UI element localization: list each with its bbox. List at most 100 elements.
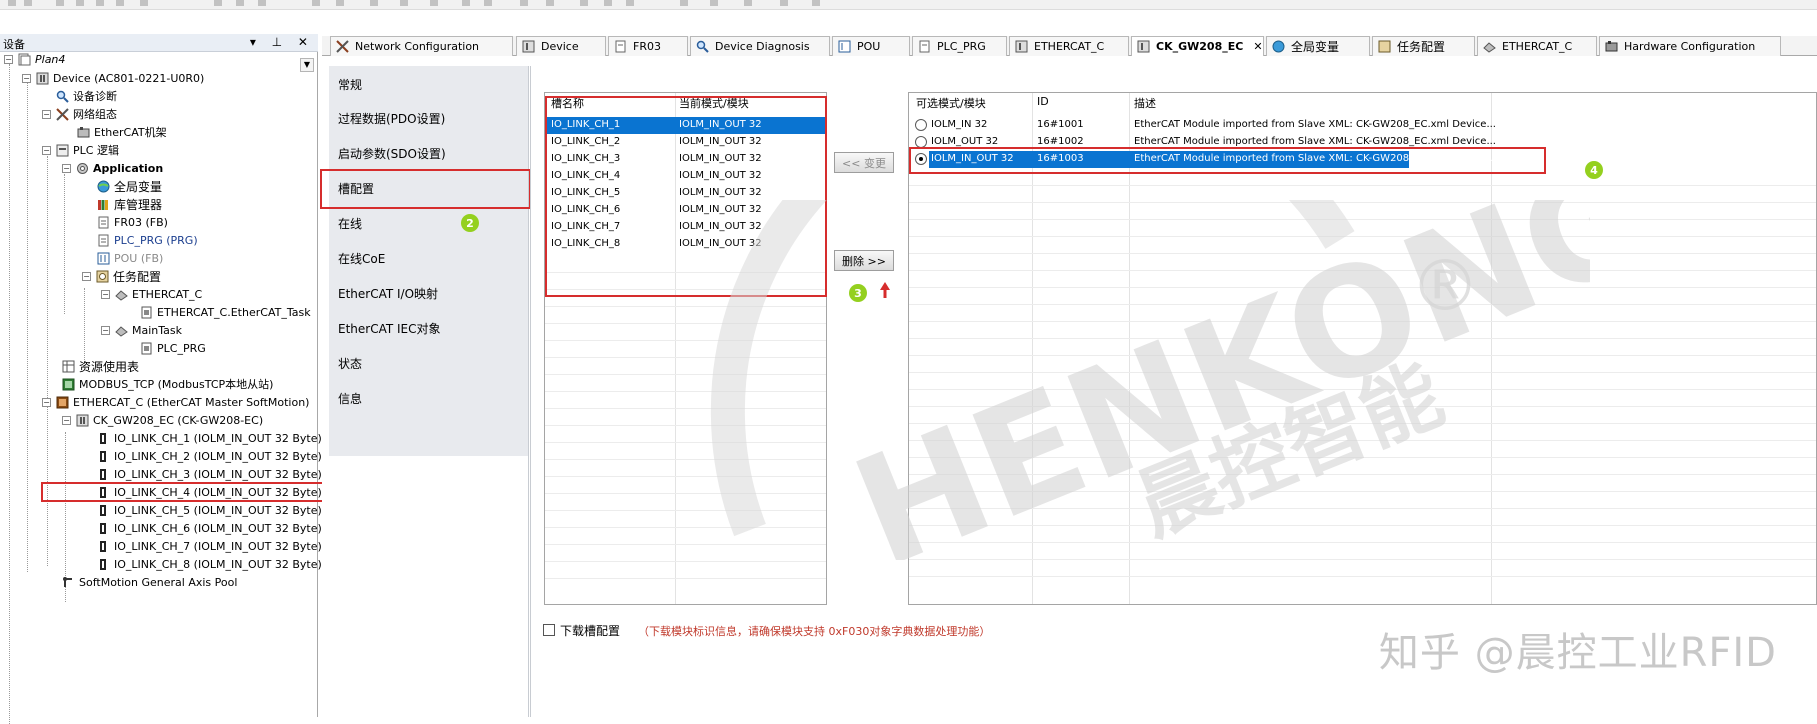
tree-node-project[interactable]: − Plan4 — [4, 50, 65, 68]
tree-label: SoftMotion General Axis Pool — [79, 575, 238, 589]
module-plug-icon — [96, 503, 110, 517]
tab-fr03[interactable]: FR03 — [608, 36, 688, 56]
module-radio[interactable] — [915, 136, 927, 148]
nav-io-mapping[interactable]: EtherCAT I/O映射 — [338, 285, 438, 302]
tree-node-maintask-call[interactable]: PLC_PRG — [139, 339, 206, 357]
close-icon[interactable]: ✕ — [1253, 40, 1262, 53]
module-row[interactable]: IOLM_IN_OUT 32 16#1003 EtherCAT Module i… — [909, 151, 1816, 168]
tree-node-io-link-ch-8[interactable]: IO_LINK_CH_8 (IOLM_IN_OUT 32 Byte) — [96, 555, 322, 573]
nav-iec-objects[interactable]: EtherCAT IEC对象 — [338, 320, 441, 337]
slot-row[interactable]: IO_LINK_CH_6 IOLM_IN_OUT 32 — [545, 202, 826, 219]
tree-dropdown-arrow[interactable]: ▼ — [300, 58, 314, 72]
collapse-icon[interactable]: − — [82, 271, 91, 281]
slot-row[interactable]: IO_LINK_CH_5 IOLM_IN_OUT 32 — [545, 185, 826, 202]
module-plug-icon — [96, 557, 110, 571]
tree-node-io-link-ch-3[interactable]: IO_LINK_CH_3 (IOLM_IN_OUT 32 Byte) — [96, 465, 322, 483]
tab-device-diagnosis[interactable]: Device Diagnosis — [690, 36, 830, 56]
tree-node-maintask[interactable]: − MainTask — [101, 321, 182, 339]
tab-hardware-configuration[interactable]: Hardware Configuration — [1599, 36, 1781, 56]
module-row[interactable]: IOLM_IN 32 16#1001 EtherCAT Module impor… — [909, 117, 1816, 134]
slot-row[interactable]: IO_LINK_CH_1 IOLM_IN_OUT 32 — [545, 117, 826, 134]
tab-device[interactable]: Device — [516, 36, 606, 56]
tab-ethercat-c-task[interactable]: ETHERCAT_C — [1477, 36, 1597, 56]
tab-ethercat-c[interactable]: ETHERCAT_C — [1009, 36, 1129, 56]
tree-node-io-link-ch-2[interactable]: IO_LINK_CH_2 (IOLM_IN_OUT 32 Byte) — [96, 447, 322, 465]
module-row[interactable]: IOLM_OUT 32 16#1002 EtherCAT Module impo… — [909, 134, 1816, 151]
module-desc-cell: EtherCAT Module imported from Slave XML:… — [1134, 119, 1496, 130]
tree-node-modbus[interactable]: MODBUS_TCP (ModbusTCP本地从站) — [61, 375, 273, 393]
slot-row[interactable]: IO_LINK_CH_3 IOLM_IN_OUT 32 — [545, 151, 826, 168]
collapse-icon[interactable]: − — [62, 415, 71, 425]
collapse-icon[interactable]: − — [62, 163, 71, 173]
tree-node-ethercat-master[interactable]: − ETHERCAT_C (EtherCAT Master SoftMotion… — [42, 393, 309, 411]
tree-label: IO_LINK_CH_7 (IOLM_IN_OUT 32 Byte) — [114, 539, 322, 553]
collapse-icon[interactable]: − — [22, 73, 31, 83]
tree-node-io-link-ch-4[interactable]: IO_LINK_CH_4 (IOLM_IN_OUT 32 Byte) — [96, 483, 322, 501]
gear-icon — [75, 161, 89, 175]
module-radio-selected[interactable] — [915, 153, 927, 165]
download-slot-note: （下载模块标识信息，请确保模块支持 0xF030对象字典数据处理功能） — [638, 625, 991, 638]
download-slot-checkbox[interactable] — [543, 624, 555, 636]
nav-online[interactable]: 在线 — [338, 215, 362, 232]
tree-label: 网络组态 — [73, 108, 117, 121]
config-nav: 常规 过程数据(PDO设置) 启动参数(SDO设置) 槽配置 在线 在线CoE … — [329, 66, 529, 456]
delete-button[interactable]: 删除 >> — [834, 250, 894, 271]
change-button[interactable]: << 变更 — [834, 152, 894, 173]
panel-window-controls[interactable]: ▾ ⊥ ✕ — [250, 35, 314, 49]
nav-info[interactable]: 信息 — [338, 390, 362, 407]
collapse-icon[interactable]: − — [101, 325, 110, 335]
modbus-device-icon — [61, 377, 75, 391]
nav-status[interactable]: 状态 — [338, 355, 362, 372]
collapse-icon[interactable]: − — [42, 145, 51, 155]
nav-general[interactable]: 常规 — [338, 76, 362, 93]
tree-node-network[interactable]: − 网络组态 — [42, 105, 117, 123]
tree-node-ethercat-task[interactable]: − ETHERCAT_C — [101, 285, 202, 303]
tree-node-device[interactable]: − Device (AC801-0221-U0R0) — [22, 69, 204, 87]
tree-node-diagnosis[interactable]: 设备诊断 — [55, 87, 117, 105]
module-radio[interactable] — [915, 119, 927, 131]
tree-node-library[interactable]: 库管理器 — [96, 195, 162, 213]
tree-node-application[interactable]: − Application — [62, 159, 163, 177]
tab-global-vars[interactable]: 全局变量 — [1266, 36, 1370, 56]
slot-row[interactable]: IO_LINK_CH_8 IOLM_IN_OUT 32 — [545, 236, 826, 253]
nav-slot-config[interactable]: 槽配置 — [338, 180, 374, 197]
tree-node-resource-usage[interactable]: 资源使用表 — [61, 357, 139, 375]
tree-node-global-vars[interactable]: 全局变量 — [96, 177, 162, 195]
tree-node-io-link-ch-5[interactable]: IO_LINK_CH_5 (IOLM_IN_OUT 32 Byte) — [96, 501, 322, 519]
tree-node-ck-gw208[interactable]: − CK_GW208_EC (CK-GW208-EC) — [62, 411, 263, 429]
collapse-icon[interactable]: − — [42, 397, 51, 407]
nav-online-coe[interactable]: 在线CoE — [338, 250, 385, 267]
module-plug-icon — [96, 485, 110, 499]
slot-row[interactable]: IO_LINK_CH_4 IOLM_IN_OUT 32 — [545, 168, 826, 185]
tree-label: IO_LINK_CH_1 (IOLM_IN_OUT 32 Byte) — [114, 431, 322, 445]
slot-row[interactable]: IO_LINK_CH_2 IOLM_IN_OUT 32 — [545, 134, 826, 151]
task-config-icon — [95, 269, 109, 283]
collapse-icon[interactable]: − — [101, 289, 110, 299]
tree-node-ethercat-task-call[interactable]: ETHERCAT_C.EtherCAT_Task — [139, 303, 311, 321]
tab-pou[interactable]: POU — [832, 36, 910, 56]
tab-label: 任务配置 — [1397, 40, 1446, 54]
tab-plc-prg[interactable]: PLC_PRG — [912, 36, 1007, 56]
tree-node-fr03[interactable]: FR03 (FB) — [96, 213, 168, 231]
tab-ck-gw208-ec[interactable]: CK_GW208_EC ✕ — [1131, 36, 1264, 56]
pou-file-icon — [613, 40, 627, 54]
nav-sdo[interactable]: 启动参数(SDO设置) — [338, 145, 446, 162]
tree-node-ethercat-rack[interactable]: EtherCAT机架 — [76, 123, 167, 141]
collapse-icon[interactable]: − — [42, 109, 51, 119]
tab-task-config[interactable]: 任务配置 — [1372, 36, 1475, 56]
tree-node-task-config[interactable]: − 任务配置 — [82, 267, 161, 285]
column-header-slot-name: 槽名称 — [551, 97, 584, 110]
tree-node-axis-pool[interactable]: SoftMotion General Axis Pool — [61, 573, 237, 591]
tree-node-plc-prg[interactable]: PLC_PRG (PRG) — [96, 231, 198, 249]
collapse-icon[interactable]: − — [4, 54, 13, 64]
nav-pdo[interactable]: 过程数据(PDO设置) — [338, 110, 445, 127]
tree-node-io-link-ch-6[interactable]: IO_LINK_CH_6 (IOLM_IN_OUT 32 Byte) — [96, 519, 322, 537]
tree-node-io-link-ch-7[interactable]: IO_LINK_CH_7 (IOLM_IN_OUT 32 Byte) — [96, 537, 322, 555]
tree-node-plc-logic[interactable]: − PLC 逻辑 — [42, 141, 119, 159]
tab-network-configuration[interactable]: Network Configuration — [330, 36, 513, 56]
tree-node-pou[interactable]: POU (FB) — [96, 249, 163, 267]
tab-label: PLC_PRG — [937, 40, 986, 53]
network-block-icon — [96, 251, 110, 265]
slot-row[interactable]: IO_LINK_CH_7 IOLM_IN_OUT 32 — [545, 219, 826, 236]
tree-node-io-link-ch-1[interactable]: IO_LINK_CH_1 (IOLM_IN_OUT 32 Byte) — [96, 429, 322, 447]
